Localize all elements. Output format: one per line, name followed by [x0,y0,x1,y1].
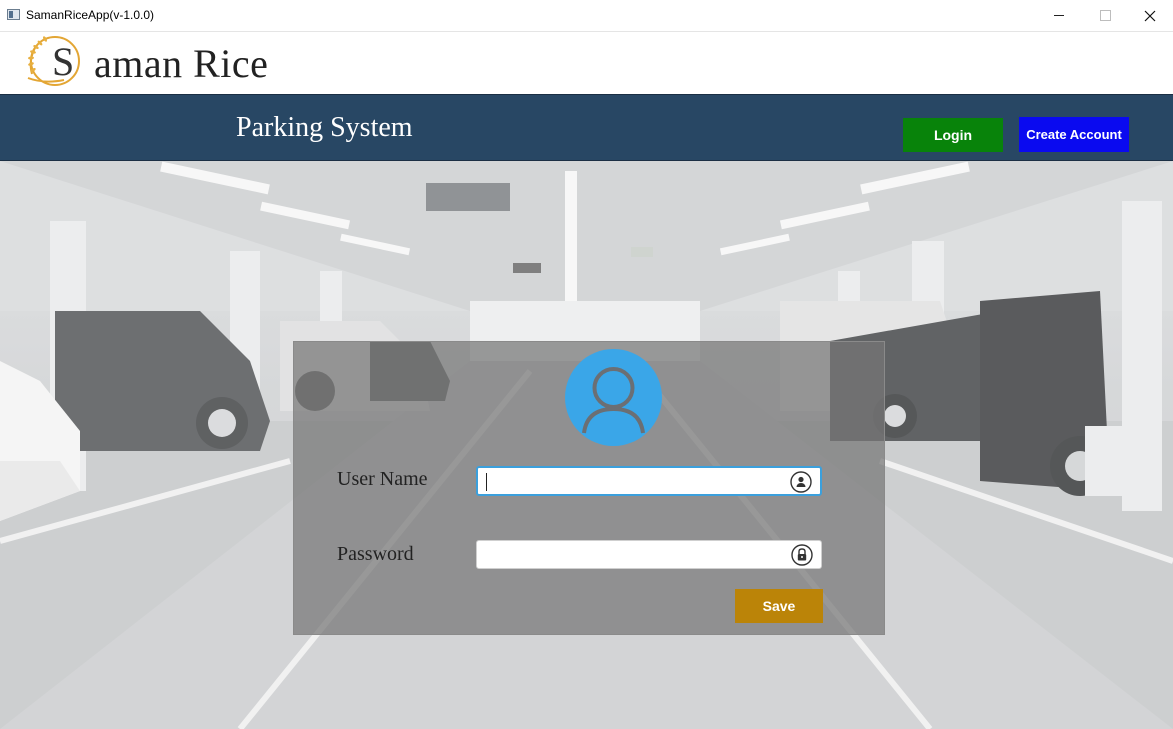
create-account-button[interactable]: Create Account [1019,117,1129,152]
window-titlebar: SamanRiceApp(v-1.0.0) [0,0,1173,32]
password-input[interactable] [483,541,783,568]
user-lock-icon [790,471,812,493]
user-avatar-icon [565,349,662,446]
username-input[interactable] [484,468,784,494]
window-title: SamanRiceApp(v-1.0.0) [26,8,155,22]
password-label: Password [337,543,414,565]
page-title: Parking System [236,112,413,143]
login-button[interactable]: Login [903,118,1003,152]
padlock-icon [791,544,813,566]
maximize-button[interactable] [1082,0,1128,31]
minimize-icon [1054,15,1064,16]
brand-name: aman Rice [94,41,269,86]
username-label: User Name [337,468,428,490]
brand-initial: S [52,39,75,84]
text-caret [486,473,487,491]
close-button[interactable] [1127,0,1173,31]
password-field[interactable] [476,540,822,569]
app-icon [7,9,20,20]
username-field[interactable] [476,466,822,496]
close-icon [1144,10,1156,21]
maximize-icon [1099,10,1111,21]
minimize-button[interactable] [1036,0,1082,31]
save-button[interactable]: Save [735,589,823,623]
